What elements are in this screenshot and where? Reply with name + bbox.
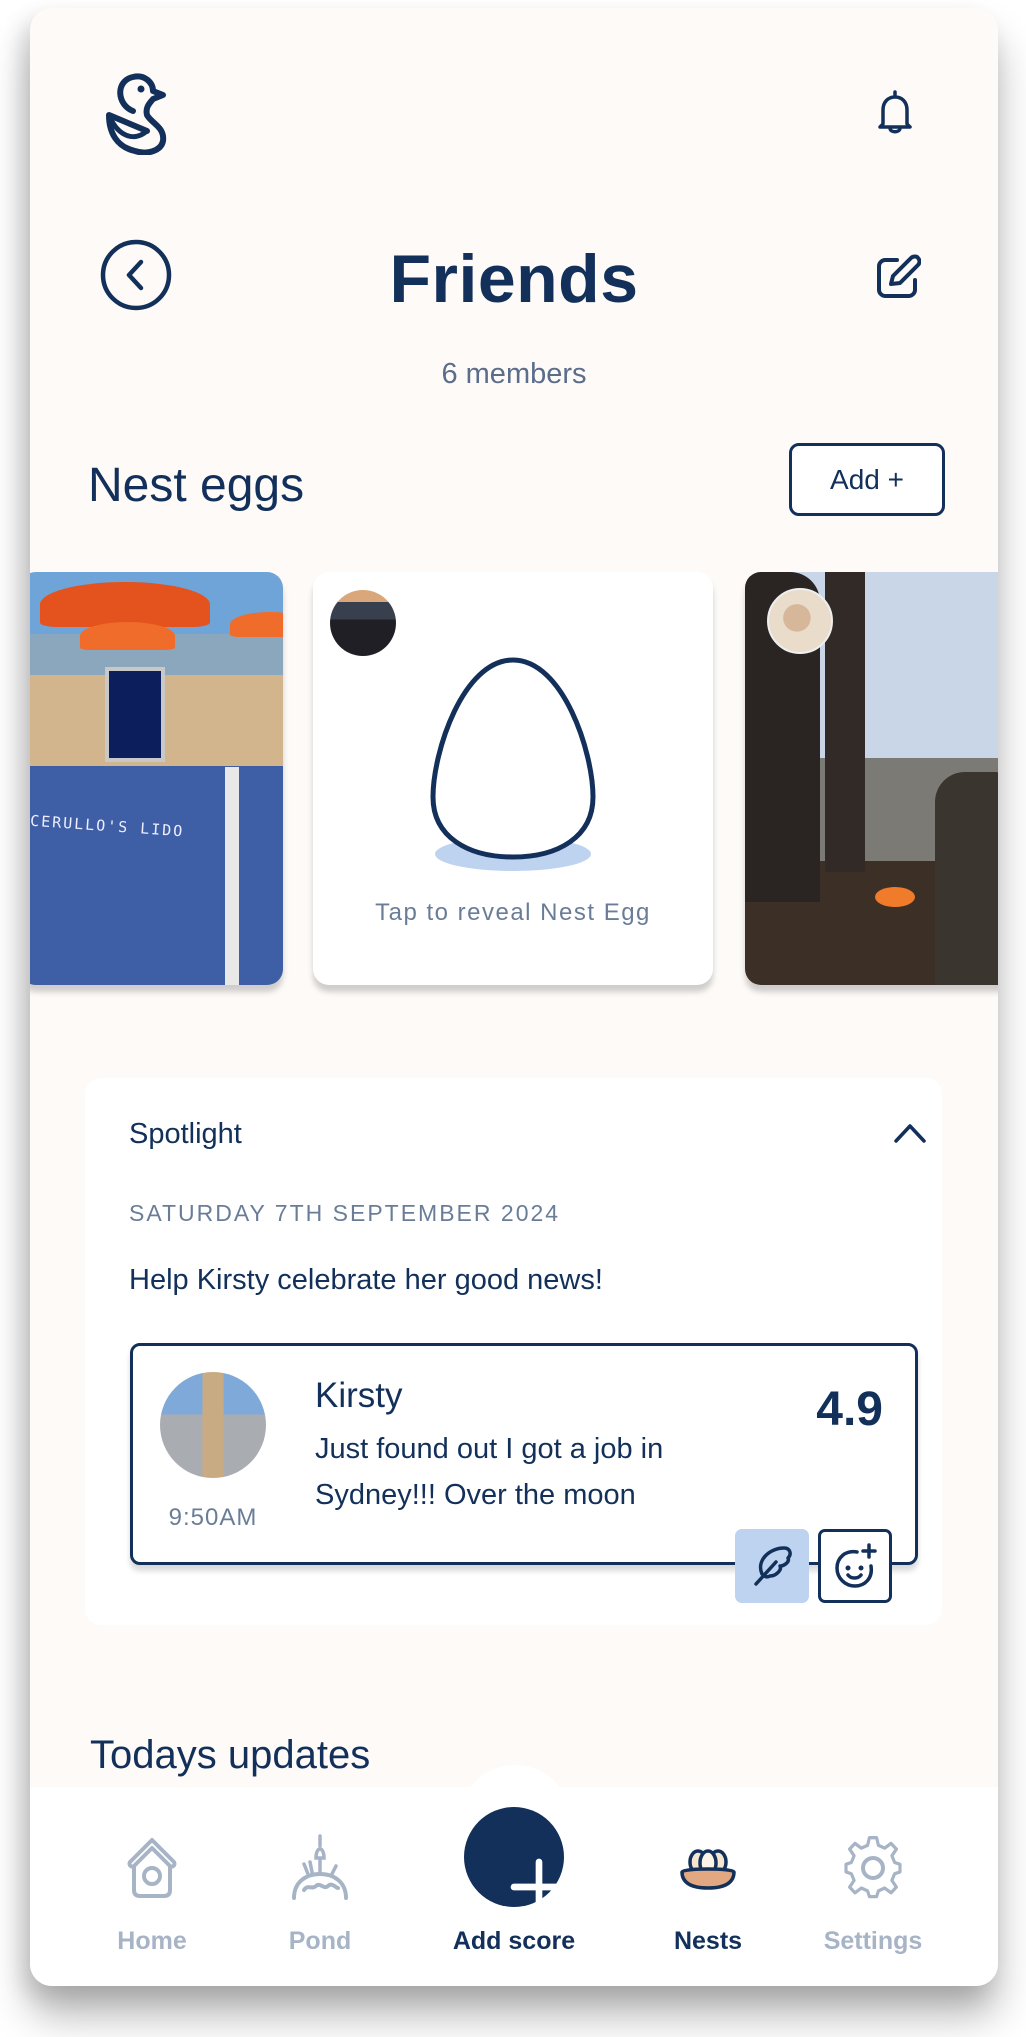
feather-reaction-button[interactable] [735,1529,809,1603]
member-count: 6 members [441,358,587,390]
plus-icon [510,1858,568,1916]
add-reaction-button[interactable] [818,1529,892,1603]
post-message: Just found out I got a job in Sydney!!! … [315,1433,664,1511]
add-nest-egg-button[interactable]: Add + [789,443,945,516]
post-score: 4.9 [816,1383,883,1436]
post-author: Kirsty [315,1376,403,1415]
avatar [330,590,396,656]
spotlight-panel: Spotlight SATURDAY 7TH SEPTEMBER 2024 He… [85,1078,942,1625]
user-avatar [160,1372,266,1478]
feather-icon [754,1546,792,1586]
nav-label: Home [117,1927,187,1955]
nest-egg-card[interactable]: CERULLO'S LIDO [30,572,283,985]
page-title: Friends [389,241,639,317]
nav-label: Settings [823,1927,923,1955]
nest-egg-photo-park [745,572,998,985]
todays-updates-heading: Todays updates [90,1733,371,1777]
birdhouse-icon [127,1838,177,1898]
reveal-caption: Tap to reveal Nest Egg [375,899,651,926]
nest-egg-photo-beach: CERULLO'S LIDO [30,572,283,985]
nest-egg-card[interactable] [745,572,998,985]
duck-logo-icon [106,73,167,155]
edit-icon[interactable] [875,254,921,300]
nav-settings[interactable]: Settings [798,1787,948,1986]
nav-home[interactable]: Home [77,1787,227,1986]
add-score-button[interactable] [464,1807,568,1916]
nav-nests[interactable]: Nests [633,1787,783,1986]
bottom-nav: Home Pond Add score Nests Settings [30,1787,998,1986]
nav-label: Pond [288,1927,352,1955]
nav-label: Nests [673,1927,743,1955]
hidden-nest-egg-card[interactable]: Tap to reveal Nest Egg [313,572,713,985]
phone-screen: Friends 6 members Nest eggs Add + CERULL… [30,8,998,1986]
avatar [767,588,833,654]
post-time: 9:50AM [168,1504,258,1531]
egg-icon [430,657,596,871]
chevron-up-icon[interactable] [893,1122,927,1144]
nav-add-score[interactable]: Add score [439,1787,589,1986]
spotlight-heading: Spotlight [129,1118,242,1150]
spotlight-post[interactable]: 9:50AM Kirsty Just found out I got a job… [130,1343,918,1603]
spotlight-prompt: Help Kirsty celebrate her good news! [129,1264,603,1296]
add-emoji-icon [835,1543,877,1588]
nav-pond[interactable]: Pond [245,1787,395,1986]
nest-eggs-heading: Nest eggs [88,459,305,512]
spotlight-date: SATURDAY 7TH SEPTEMBER 2024 [129,1200,561,1226]
nest-icon [680,1849,736,1890]
gear-icon [844,1836,902,1899]
bell-icon[interactable] [875,88,915,136]
nav-label: Add score [452,1927,576,1955]
photo-text: CERULLO'S LIDO [30,811,185,841]
pond-icon [292,1834,348,1900]
